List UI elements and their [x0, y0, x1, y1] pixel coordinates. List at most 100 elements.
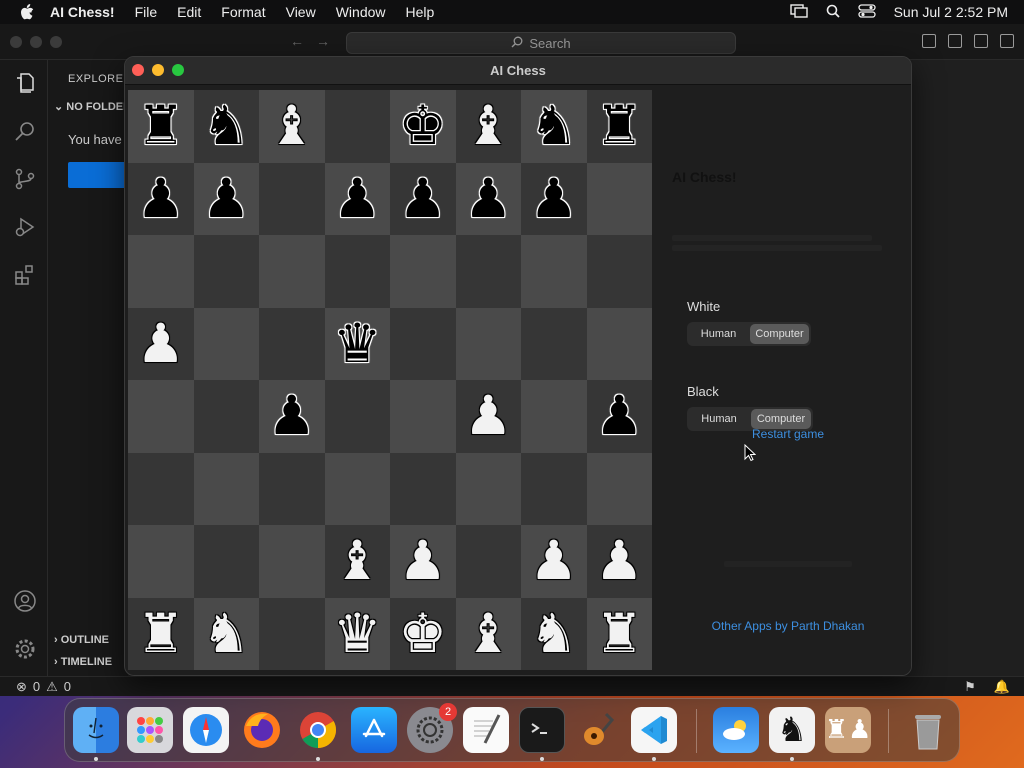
board-square[interactable]: ♞	[521, 597, 587, 670]
board-square[interactable]	[128, 380, 194, 453]
board-square[interactable]	[455, 235, 521, 308]
menu-format[interactable]: Format	[221, 4, 265, 20]
vscode-icon[interactable]	[631, 707, 677, 753]
white-queen-icon[interactable]: ♛	[333, 606, 381, 661]
menu-view[interactable]: View	[286, 4, 316, 20]
white-pawn-icon[interactable]: ♟	[137, 316, 185, 371]
chrome-icon[interactable]	[295, 707, 341, 753]
board-square[interactable]	[193, 307, 259, 380]
firefox-icon[interactable]	[239, 707, 285, 753]
board-square[interactable]: ♟	[324, 162, 390, 235]
customize-layout-icon[interactable]	[1000, 34, 1014, 48]
board-square[interactable]	[259, 162, 325, 235]
white-pawn-icon[interactable]: ♟	[530, 534, 578, 588]
black-pawn-icon[interactable]: ♟	[595, 389, 643, 443]
board-square[interactable]	[193, 525, 259, 598]
white-pawn-icon[interactable]: ♟	[595, 534, 643, 588]
board-square[interactable]	[586, 162, 652, 235]
board-square[interactable]	[324, 90, 390, 163]
textedit-icon[interactable]	[463, 707, 509, 753]
board-square[interactable]: ♝	[259, 90, 325, 163]
board-square[interactable]: ♜	[586, 90, 652, 163]
menu-app-name[interactable]: AI Chess!	[50, 4, 115, 20]
board-square[interactable]: ♝	[324, 525, 390, 598]
board-square[interactable]	[193, 452, 259, 525]
board-square[interactable]	[521, 452, 587, 525]
toggle-secondary-sidebar-icon[interactable]	[974, 34, 988, 48]
board-square[interactable]: ♞	[193, 90, 259, 163]
board-square[interactable]: ♝	[455, 597, 521, 670]
board-square[interactable]	[586, 452, 652, 525]
board-square[interactable]: ♟	[128, 307, 194, 380]
board-square[interactable]: ♞	[193, 597, 259, 670]
board-square[interactable]: ♟	[521, 162, 587, 235]
menu-file[interactable]: File	[135, 4, 158, 20]
white-bishop-icon[interactable]: ♝	[464, 99, 512, 153]
safari-icon[interactable]	[183, 707, 229, 753]
board-square[interactable]: ♟	[586, 525, 652, 598]
board-square[interactable]	[259, 525, 325, 598]
board-square[interactable]: ♟	[455, 380, 521, 453]
board-square[interactable]: ♟	[193, 162, 259, 235]
menu-clock[interactable]: Sun Jul 2 2:52 PM	[894, 4, 1008, 20]
spotlight-search-icon[interactable]	[826, 4, 840, 21]
apple-menu-icon[interactable]	[18, 3, 36, 21]
board-square[interactable]: ♚	[390, 597, 456, 670]
app-store-icon[interactable]	[351, 707, 397, 753]
white-knight-icon[interactable]: ♞	[202, 606, 250, 661]
command-center-search[interactable]: Search	[346, 32, 736, 54]
black-queen-icon[interactable]: ♛	[333, 316, 381, 371]
feedback-icon[interactable]: ⚑	[964, 679, 976, 695]
board-square[interactable]	[521, 307, 587, 380]
black-pawn-icon[interactable]: ♟	[137, 171, 185, 226]
board-square[interactable]	[259, 597, 325, 670]
finder-icon[interactable]	[73, 707, 119, 753]
board-square[interactable]	[193, 235, 259, 308]
board-square[interactable]	[455, 307, 521, 380]
board-square[interactable]	[455, 525, 521, 598]
white-rook-icon[interactable]: ♜	[137, 606, 185, 661]
black-pawn-icon[interactable]: ♟	[333, 171, 381, 226]
board-square[interactable]: ♟	[455, 162, 521, 235]
extensions-icon[interactable]	[12, 262, 38, 288]
accounts-icon[interactable]	[12, 588, 38, 614]
white-king-icon[interactable]: ♚	[399, 606, 447, 661]
board-square[interactable]: ♟	[586, 380, 652, 453]
black-rook-icon[interactable]: ♜	[137, 99, 185, 153]
open-folder-button[interactable]	[68, 162, 128, 188]
system-settings-icon[interactable]: 2	[407, 703, 457, 753]
board-square[interactable]	[521, 380, 587, 453]
white-bishop-icon[interactable]: ♝	[333, 534, 381, 588]
board-square[interactable]	[259, 235, 325, 308]
garageband-icon[interactable]	[575, 707, 621, 753]
vscode-close-button[interactable]	[10, 36, 22, 48]
board-square[interactable]	[586, 307, 652, 380]
board-square[interactable]: ♛	[324, 597, 390, 670]
source-control-icon[interactable]	[12, 166, 38, 192]
chess-board[interactable]: ♜ ♞ ♝ ♚ ♝ ♞ ♜ ♟ ♟ ♟ ♟ ♟ ♟ ♟ ♛ ♟ ♟ ♟ ♝ ♟ ♟ ♟ ♜ ♞ ♛ ♚ ♝ ♞ ♜	[128, 90, 652, 670]
white-bishop-icon[interactable]: ♝	[464, 606, 512, 661]
black-pawn-icon[interactable]: ♟	[399, 171, 447, 226]
board-square[interactable]	[390, 452, 456, 525]
ai-chess-app-icon[interactable]: ♞	[769, 707, 815, 753]
vscode-minimize-button[interactable]	[30, 36, 42, 48]
timeline-section[interactable]: › TIMELINE	[54, 656, 112, 668]
board-square[interactable]	[324, 235, 390, 308]
explorer-icon[interactable]	[12, 70, 38, 96]
board-square[interactable]: ♟	[390, 525, 456, 598]
board-square[interactable]	[324, 452, 390, 525]
vscode-window-controls[interactable]	[10, 36, 62, 48]
white-pawn-icon[interactable]: ♟	[399, 534, 447, 588]
board-square[interactable]	[324, 380, 390, 453]
no-folder-section[interactable]: ⌄ NO FOLDER	[54, 100, 131, 113]
black-pawn-icon[interactable]: ♟	[202, 171, 250, 226]
board-square[interactable]	[586, 235, 652, 308]
white-computer-option[interactable]: Computer	[750, 324, 809, 344]
white-pawn-icon[interactable]: ♟	[464, 389, 512, 443]
board-square[interactable]: ♚	[390, 90, 456, 163]
black-pawn-icon[interactable]: ♟	[268, 389, 316, 443]
menu-help[interactable]: Help	[406, 4, 435, 20]
board-square[interactable]: ♝	[455, 90, 521, 163]
black-rook-icon[interactable]: ♜	[595, 99, 643, 153]
menu-edit[interactable]: Edit	[177, 4, 201, 20]
